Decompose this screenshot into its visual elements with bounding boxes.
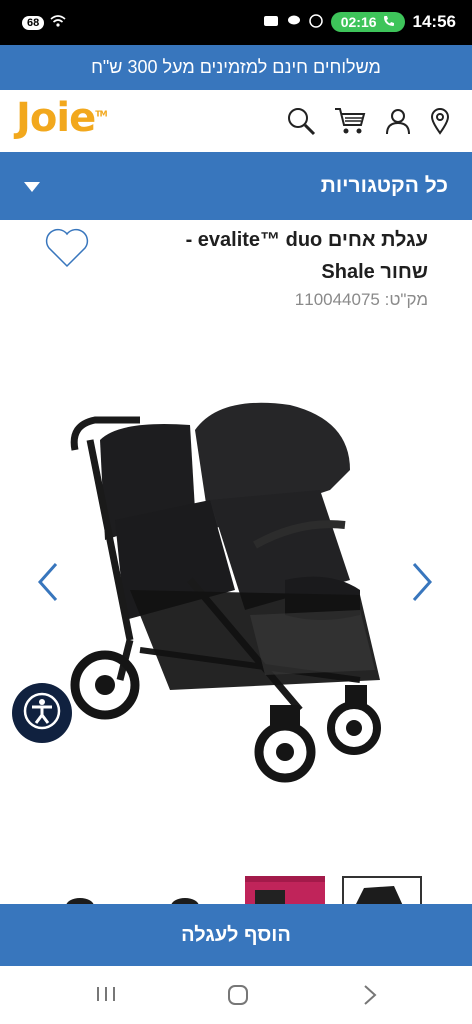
user-icon[interactable]: [384, 107, 412, 135]
stroller-illustration: [70, 402, 381, 783]
category-label: כל הקטגוריות: [320, 174, 448, 197]
wishlist-heart-icon[interactable]: [44, 226, 90, 273]
category-dropdown[interactable]: כל הקטגוריות: [0, 152, 472, 220]
cart-icon[interactable]: [334, 106, 366, 136]
thumbnail-3[interactable]: [245, 876, 325, 906]
call-timer: 02:16: [340, 14, 377, 30]
add-to-cart-button[interactable]: הוסף לעגלה: [0, 904, 472, 966]
phone-icon: [383, 14, 395, 30]
system-nav-bar: [0, 966, 472, 1024]
promo-banner: משלוחים חינם למזמינים מעל 300 ש"ח: [0, 45, 472, 90]
status-bar: 68 02:16 14:56: [0, 0, 472, 45]
home-icon[interactable]: [226, 984, 250, 1011]
product-sku: מק"ט: 110044075: [294, 290, 428, 309]
screen-icon: [263, 15, 279, 30]
notification-badge: 68: [22, 15, 45, 30]
clock: 14:56: [412, 12, 456, 31]
header-icons: [286, 106, 450, 136]
accessibility-icon: [22, 691, 62, 736]
gallery-next-arrow-icon[interactable]: [410, 562, 434, 607]
product-image[interactable]: [60, 380, 412, 800]
back-icon[interactable]: [360, 984, 380, 1011]
site-header: JoieTM: [0, 90, 472, 152]
recent-apps-icon[interactable]: [94, 984, 118, 1009]
search-icon[interactable]: [286, 106, 316, 136]
accessibility-button[interactable]: [12, 683, 72, 743]
product-title-line2: שחור Shale: [321, 261, 428, 283]
gallery-prev-arrow-icon[interactable]: [36, 562, 60, 607]
product-title-line1: עגלת אחים evalite™ duo -: [185, 229, 428, 251]
product-title: עגלת אחים evalite™ duo - שחור Shale: [98, 224, 428, 288]
thumbnail-4-selected[interactable]: [342, 876, 422, 906]
ongoing-call-pill[interactable]: 02:16: [330, 12, 405, 32]
thumbnail-1[interactable]: [50, 876, 130, 906]
wifi-icon: [50, 14, 66, 31]
thumbnail-strip: [0, 876, 472, 906]
status-left: 68: [22, 14, 66, 31]
location-icon[interactable]: [430, 107, 450, 135]
chevron-down-icon: [24, 182, 40, 192]
chat-icon: [287, 15, 301, 30]
whatsapp-icon: [308, 13, 323, 31]
status-right: 02:16 14:56: [263, 12, 456, 32]
brand-logo[interactable]: JoieTM: [16, 95, 108, 141]
thumbnail-2[interactable]: [150, 876, 230, 906]
